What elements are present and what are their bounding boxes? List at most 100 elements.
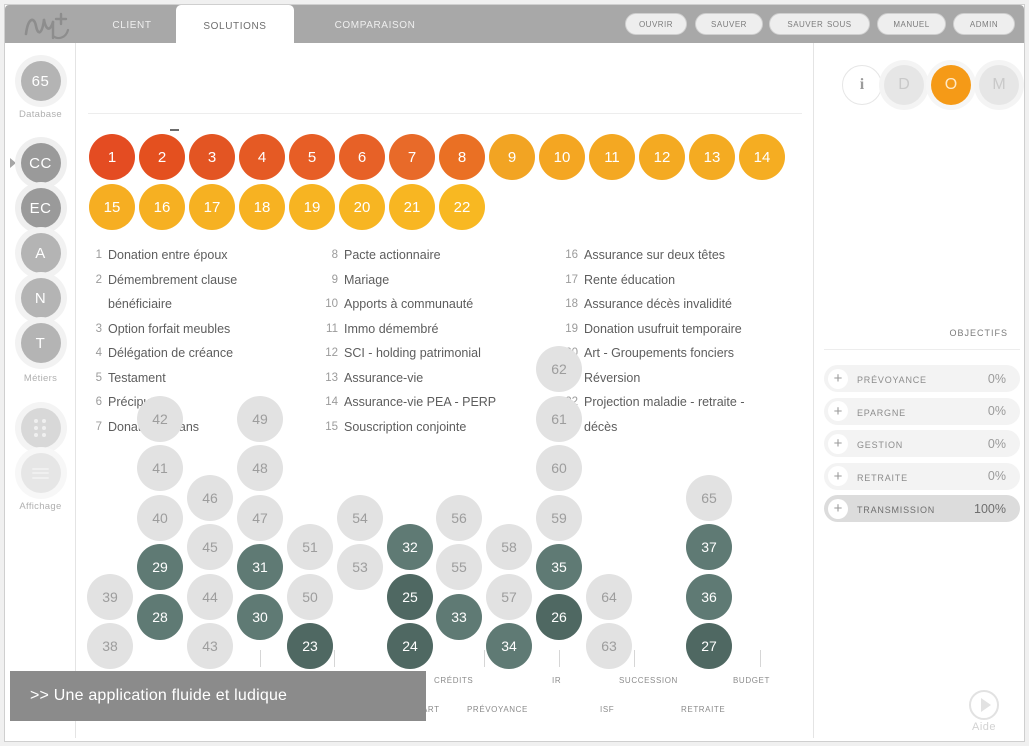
bubble-29[interactable]: 29 bbox=[137, 544, 183, 590]
bubble-57[interactable]: 57 bbox=[486, 574, 532, 620]
bubble-27[interactable]: 27 bbox=[686, 623, 732, 669]
bubble-47[interactable]: 47 bbox=[237, 495, 283, 541]
objective-percent: 0% bbox=[987, 436, 1006, 451]
rail-label-metiers: Métiers bbox=[23, 373, 58, 384]
axis-label-isf[interactable]: ISF bbox=[600, 703, 614, 715]
rail-group-database: 65 Database bbox=[5, 61, 76, 120]
bubble-26[interactable]: 26 bbox=[536, 594, 582, 640]
axis-label-succession[interactable]: Succession bbox=[619, 674, 678, 686]
axis-label-crédits[interactable]: Crédits bbox=[434, 674, 473, 686]
avatar-m[interactable]: M bbox=[979, 65, 1019, 105]
bubble-24[interactable]: 24 bbox=[387, 623, 433, 669]
tab-solutions[interactable]: Solutions bbox=[176, 5, 294, 45]
expand-plus-icon[interactable]: + bbox=[828, 401, 848, 421]
bubble-51[interactable]: 51 bbox=[287, 524, 333, 570]
topbar-button-sauver-sous[interactable]: Sauver Sous bbox=[769, 13, 870, 35]
expand-plus-icon[interactable]: + bbox=[828, 433, 848, 454]
bubble-40[interactable]: 40 bbox=[137, 495, 183, 541]
axis-label-retraite[interactable]: Retraite bbox=[681, 703, 725, 715]
expand-plus-icon[interactable]: + bbox=[828, 466, 848, 486]
rail-item-t[interactable]: T bbox=[20, 323, 61, 363]
bubble-48[interactable]: 48 bbox=[237, 445, 283, 491]
bubble-41[interactable]: 41 bbox=[137, 445, 183, 491]
tab-client[interactable]: Client bbox=[88, 5, 176, 43]
objective-row-gestion[interactable]: + Gestion 0% bbox=[824, 430, 1020, 457]
rail-label-affichage: Affichage bbox=[19, 501, 62, 512]
bubble-58[interactable]: 58 bbox=[486, 524, 532, 570]
bubble-39[interactable]: 39 bbox=[87, 574, 133, 620]
bubble-42[interactable]: 42 bbox=[137, 396, 183, 442]
objective-row-transmission[interactable]: + Transmission 100% bbox=[824, 495, 1020, 522]
bubble-59[interactable]: 59 bbox=[536, 495, 582, 541]
solution-scatter-plot: 4241402928393849484746454443313051505223… bbox=[76, 43, 813, 738]
rail-item-cc[interactable]: CC bbox=[20, 143, 61, 183]
bubble-32[interactable]: 32 bbox=[387, 524, 433, 570]
avatar-o[interactable]: O bbox=[931, 65, 971, 105]
avatar-d[interactable]: D bbox=[884, 65, 924, 105]
bubble-54[interactable]: 54 bbox=[337, 495, 383, 541]
bubble-62[interactable]: 62 bbox=[536, 346, 582, 392]
topbar-button-ouvrir[interactable]: Ouvrir bbox=[625, 13, 687, 35]
bubble-35[interactable]: 35 bbox=[536, 544, 582, 590]
rail-item-database[interactable]: 65 bbox=[20, 61, 61, 101]
info-icon[interactable]: i bbox=[842, 65, 882, 105]
app-logo bbox=[19, 9, 81, 41]
bubble-55[interactable]: 55 bbox=[436, 544, 482, 590]
objective-row-epargne[interactable]: + Epargne 0% bbox=[824, 397, 1020, 425]
bubble-25[interactable]: 25 bbox=[387, 574, 433, 620]
bubble-36[interactable]: 36 bbox=[686, 574, 732, 620]
axis-tick bbox=[634, 650, 635, 667]
bubble-63[interactable]: 63 bbox=[586, 623, 632, 669]
bubble-50[interactable]: 50 bbox=[287, 574, 333, 620]
bubble-33[interactable]: 33 bbox=[436, 594, 482, 640]
bubble-53[interactable]: 53 bbox=[337, 544, 383, 590]
tab-comparaison[interactable]: Comparaison bbox=[300, 5, 450, 43]
bubble-45[interactable]: 45 bbox=[187, 524, 233, 570]
bubble-61[interactable]: 61 bbox=[536, 396, 582, 442]
application-window: 65 Database CC EC A N T Métiers Affichage bbox=[0, 0, 1029, 746]
bubble-46[interactable]: 46 bbox=[187, 475, 233, 521]
bubble-44[interactable]: 44 bbox=[187, 574, 233, 620]
bubble-43[interactable]: 43 bbox=[187, 623, 233, 669]
axis-tick bbox=[559, 650, 560, 667]
axis-label-ir[interactable]: IR bbox=[552, 674, 561, 686]
left-rail: 65 Database CC EC A N T Métiers Affichage bbox=[5, 43, 76, 738]
logo-icon bbox=[24, 12, 70, 40]
objective-label: Retraite bbox=[857, 468, 908, 484]
rail-item-n[interactable]: N bbox=[20, 278, 61, 318]
rail-item-list-view[interactable] bbox=[20, 453, 61, 493]
bubble-34[interactable]: 34 bbox=[486, 623, 532, 669]
objective-row-prévoyance[interactable]: + Prévoyance 0% bbox=[824, 365, 1020, 392]
bubble-31[interactable]: 31 bbox=[237, 544, 283, 590]
objective-row-retraite[interactable]: + Retraite 0% bbox=[824, 462, 1020, 490]
bubble-65[interactable]: 65 bbox=[686, 475, 732, 521]
bubble-30[interactable]: 30 bbox=[237, 594, 283, 640]
help-play-button[interactable] bbox=[969, 690, 999, 720]
bubble-64[interactable]: 64 bbox=[586, 574, 632, 620]
bubble-56[interactable]: 56 bbox=[436, 495, 482, 541]
axis-label-budget[interactable]: Budget bbox=[733, 674, 770, 686]
bubble-37[interactable]: 37 bbox=[686, 524, 732, 570]
status-tooltip-text: >> Une application fluide et ludique bbox=[30, 687, 288, 704]
topbar-button-sauver[interactable]: Sauver bbox=[695, 13, 763, 35]
rail-item-grid-view[interactable] bbox=[20, 408, 61, 448]
help-label: Aide bbox=[971, 721, 997, 733]
grid-icon bbox=[34, 419, 47, 437]
help-widget[interactable]: Aide bbox=[962, 690, 1006, 733]
bubble-23[interactable]: 23 bbox=[287, 623, 333, 669]
bubble-49[interactable]: 49 bbox=[237, 396, 283, 442]
objective-label: Transmission bbox=[857, 501, 936, 516]
bubble-38[interactable]: 38 bbox=[87, 623, 133, 669]
topbar-button-admin[interactable]: Admin bbox=[953, 13, 1015, 35]
axis-tick bbox=[484, 650, 485, 667]
expand-plus-icon[interactable]: + bbox=[828, 368, 848, 389]
list-icon bbox=[32, 465, 49, 481]
rail-item-a[interactable]: A bbox=[20, 233, 61, 273]
bubble-28[interactable]: 28 bbox=[137, 594, 183, 640]
topbar-button-manuel[interactable]: Manuel bbox=[877, 13, 946, 35]
axis-label-prévoyance[interactable]: Prévoyance bbox=[467, 703, 528, 715]
objective-percent: 0% bbox=[987, 469, 1006, 483]
rail-item-ec[interactable]: EC bbox=[20, 188, 61, 228]
bubble-60[interactable]: 60 bbox=[536, 445, 582, 491]
expand-plus-icon[interactable]: + bbox=[828, 498, 848, 519]
